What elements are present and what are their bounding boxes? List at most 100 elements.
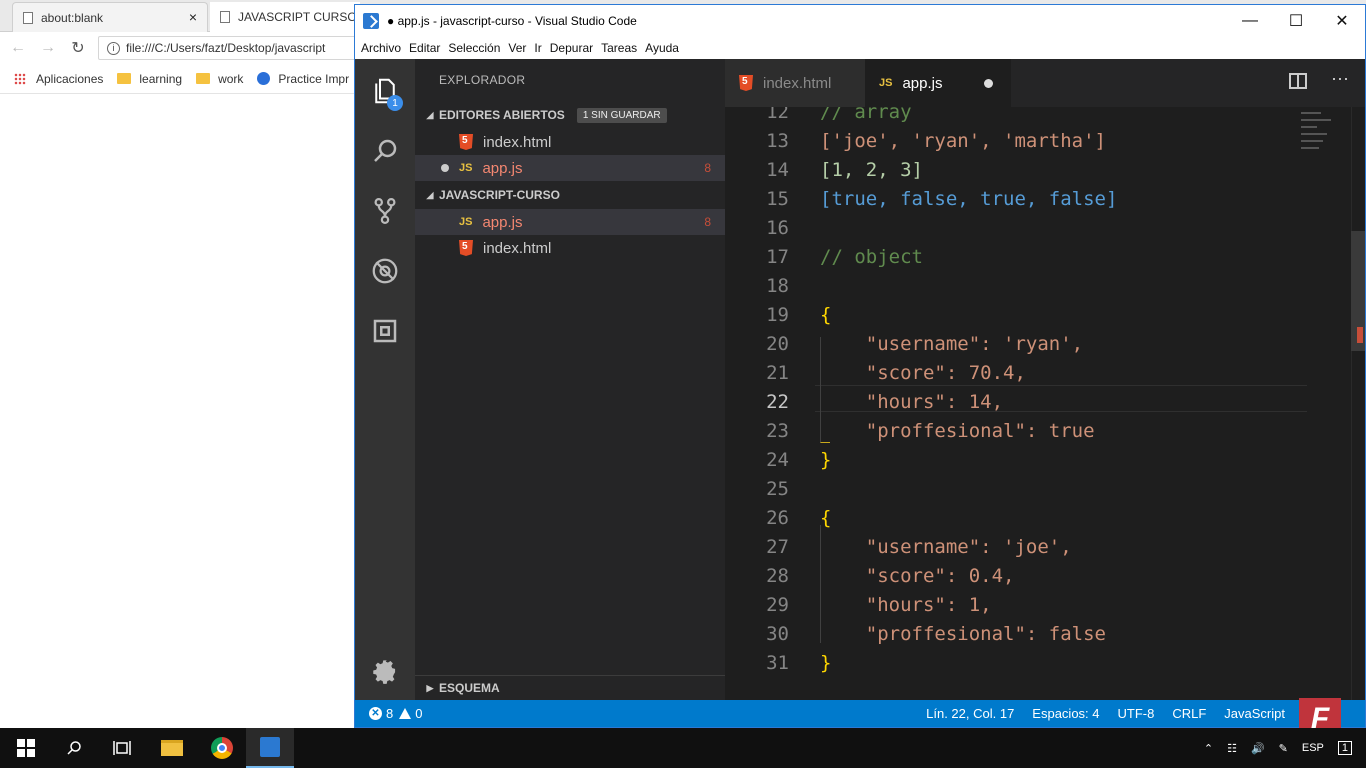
tab-app-js[interactable]: JS app.js — [865, 59, 1011, 107]
open-editor-app-js[interactable]: JS app.js 8 — [415, 155, 725, 181]
window-title: ● app.js - javascript-curso - Visual Stu… — [387, 14, 637, 28]
error-icon: ✕ — [369, 707, 382, 720]
pen-icon[interactable]: ✎ — [1279, 742, 1288, 755]
project-file-app-js[interactable]: JS app.js 8 — [415, 209, 725, 235]
bookmark-apps[interactable]: Aplicaciones — [14, 72, 103, 86]
code-line: // object — [820, 246, 923, 268]
code-line: "score": 70.4, — [820, 362, 1026, 384]
address-bar[interactable]: i file:///C:/Users/fazt/Desktop/javascri… — [98, 36, 378, 60]
line-number: 28 — [766, 565, 789, 587]
notifications-icon[interactable]: 1 — [1337, 741, 1352, 755]
unsaved-dot-icon[interactable] — [984, 79, 993, 88]
menu-ayuda[interactable]: Ayuda — [645, 41, 679, 55]
line-number: 31 — [766, 652, 789, 674]
reload-icon[interactable]: ↻ — [66, 36, 90, 60]
volume-icon[interactable]: 🔊 — [1251, 742, 1265, 755]
warning-count: 0 — [415, 706, 423, 721]
open-editor-index-html[interactable]: index.html — [415, 129, 725, 155]
code-line: { — [820, 304, 832, 326]
bookmark-work[interactable]: work — [196, 72, 243, 86]
line-number: 24 — [766, 449, 789, 471]
file-explorer-icon[interactable] — [148, 728, 196, 768]
file-name: index.html — [483, 239, 552, 257]
cursor-position[interactable]: Lín. 22, Col. 17 — [926, 706, 1014, 721]
windows-start-icon[interactable] — [2, 728, 50, 768]
apps-grid-icon — [14, 72, 26, 85]
menu-archivo[interactable]: Archivo — [361, 41, 401, 55]
debug-icon[interactable] — [355, 243, 415, 299]
line-number: 13 — [766, 130, 789, 152]
more-actions-icon[interactable]: ⋯ — [1331, 69, 1349, 90]
close-tab-icon[interactable]: × — [189, 9, 197, 25]
bookmark-practice[interactable]: Practice Impr — [257, 72, 349, 86]
menu-editar[interactable]: Editar — [409, 41, 440, 55]
menu-ir[interactable]: Ir — [534, 41, 541, 55]
vscode-taskbar-icon[interactable] — [246, 728, 294, 768]
line-number-current: 22 — [766, 391, 789, 413]
minimize-button[interactable]: — — [1227, 5, 1273, 37]
status-bar: ✕ 8 0 Lín. 22, Col. 17 Espacios: 4 UTF-8… — [355, 700, 1365, 727]
explorer-sidebar: EXPLORADOR ◢ EDITORES ABIERTOS 1 SIN GUA… — [415, 59, 725, 700]
code-line: "hours": 1, — [820, 594, 992, 616]
line-number: 14 — [766, 159, 789, 181]
tab-index-html[interactable]: index.html — [725, 59, 865, 107]
chrome-icon[interactable] — [198, 728, 246, 768]
browser-tab-javascript-curso[interactable]: JAVASCRIPT CURSO — [210, 2, 360, 32]
line-number: 25 — [766, 478, 789, 500]
forward-arrow-icon[interactable]: → — [36, 36, 60, 60]
problems-indicator[interactable]: ✕ 8 0 — [369, 706, 422, 721]
unsaved-pill: 1 SIN GUARDAR — [576, 107, 667, 123]
source-control-icon[interactable] — [355, 183, 415, 239]
menu-depurar[interactable]: Depurar — [550, 41, 593, 55]
code-line: "score": 0.4, — [820, 565, 1015, 587]
menu-seleccion[interactable]: Selección — [448, 41, 500, 55]
outline-label: ESQUEMA — [439, 681, 500, 695]
browser-tab-label: JAVASCRIPT CURSO — [238, 10, 357, 24]
js-icon: JS — [459, 162, 473, 174]
language-indicator[interactable]: ESP — [1302, 742, 1324, 754]
vscode-logo-icon — [363, 13, 379, 29]
code-line: [true, false, true, false] — [820, 188, 1118, 210]
extensions-icon[interactable] — [355, 303, 415, 359]
minimap[interactable] — [1301, 107, 1341, 177]
explorer-files-icon[interactable]: 1 — [355, 63, 415, 119]
menu-ver[interactable]: Ver — [508, 41, 526, 55]
browser-tab-about-blank[interactable]: about:blank × — [12, 2, 208, 32]
search-icon[interactable] — [355, 123, 415, 179]
code-line: "proffesional": true — [820, 420, 1095, 442]
back-arrow-icon[interactable]: ← — [6, 36, 30, 60]
tab-label: app.js — [902, 74, 943, 92]
language-mode[interactable]: JavaScript — [1224, 706, 1285, 721]
project-folder-section[interactable]: ◢ JAVASCRIPT-CURSO — [415, 183, 725, 207]
network-icon[interactable]: ☷ — [1227, 742, 1237, 755]
project-file-index-html[interactable]: index.html — [415, 235, 725, 261]
code-line: ['joe', 'ryan', 'martha'] — [820, 130, 1106, 152]
encoding[interactable]: UTF-8 — [1118, 706, 1155, 721]
bookmark-learning[interactable]: learning — [117, 72, 182, 86]
close-window-button[interactable]: ✕ — [1319, 5, 1365, 37]
search-icon[interactable] — [50, 728, 98, 768]
outline-section[interactable]: ▶ ESQUEMA — [415, 675, 725, 700]
chevron-right-icon: ▶ — [426, 682, 434, 693]
menu-tareas[interactable]: Tareas — [601, 41, 637, 55]
indentation[interactable]: Espacios: 4 — [1032, 706, 1099, 721]
line-number: 30 — [766, 623, 789, 645]
system-tray: ⌃ ☷ 🔊 ✎ ESP 1 — [1204, 728, 1366, 768]
line-number: 26 — [766, 507, 789, 529]
activity-bar: 1 — [355, 59, 415, 700]
editor-scrollbar[interactable] — [1351, 107, 1365, 700]
task-view-icon[interactable] — [98, 728, 146, 768]
chevron-up-icon[interactable]: ⌃ — [1204, 742, 1213, 755]
settings-gear-icon[interactable] — [355, 644, 415, 700]
info-icon[interactable]: i — [107, 41, 120, 55]
code-editor[interactable]: 12 // array 13 ['joe', 'ryan', 'martha']… — [725, 107, 1365, 700]
chevron-down-icon: ◢ — [426, 189, 434, 200]
explorer-title: EXPLORADOR — [439, 73, 526, 87]
line-number: 17 — [766, 246, 789, 268]
chevron-down-icon: ◢ — [426, 109, 434, 120]
open-editors-section[interactable]: ◢ EDITORES ABIERTOS 1 SIN GUARDAR — [415, 103, 725, 127]
line-ending[interactable]: CRLF — [1172, 706, 1206, 721]
split-editor-icon[interactable] — [1289, 73, 1307, 89]
vscode-title-bar: ● app.js - javascript-curso - Visual Stu… — [355, 5, 1365, 37]
maximize-button[interactable]: ☐ — [1273, 5, 1319, 37]
